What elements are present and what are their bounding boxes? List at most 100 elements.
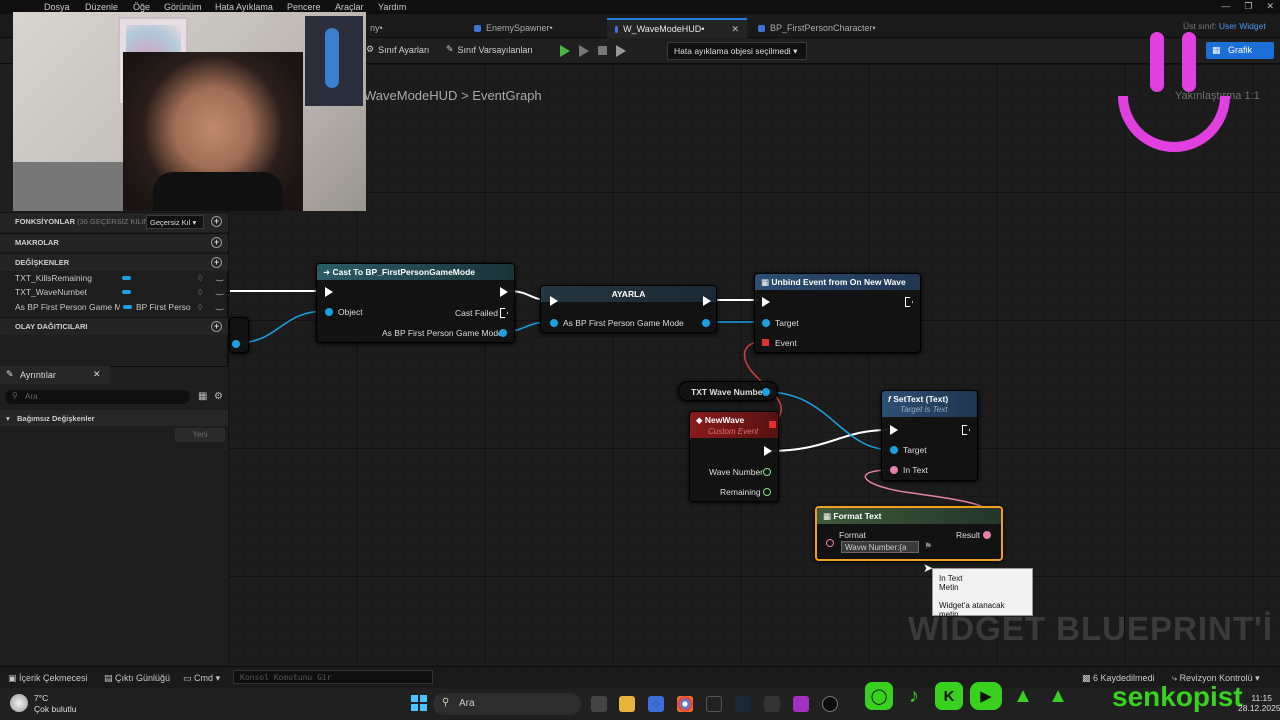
format-text-input[interactable]: Wavw Number:{a — [841, 541, 919, 553]
set-variable-node[interactable]: AYARLA As BP First Person Game Mode — [540, 285, 717, 333]
node-header: ◆ NewWave Custom Event — [690, 412, 778, 438]
variables-section[interactable]: DEĞİŞKENLER + — [0, 253, 228, 271]
as-pin[interactable] — [499, 329, 507, 337]
add-variable-icon[interactable]: + — [211, 257, 222, 268]
bell-icon[interactable]: ◊ — [198, 302, 202, 312]
windows-start-icon[interactable] — [411, 695, 427, 711]
output-pin[interactable] — [762, 388, 770, 396]
node-subtitle: Target is Text — [900, 405, 948, 414]
start-tile — [411, 704, 418, 711]
close-icon[interactable]: ✕ — [93, 369, 101, 380]
content-drawer-button[interactable]: ▣ İçerik Çekmecesi — [8, 673, 88, 684]
tooltip-description: Widget'a atanacak metin — [939, 601, 1005, 619]
unreal-editor-window: Dosya Düzenle Öğe Görünüm Hata Ayıklama … — [0, 0, 1280, 720]
output-pin[interactable] — [702, 319, 710, 327]
start-tile — [411, 695, 418, 702]
object-pin[interactable] — [325, 308, 333, 316]
tooltip-pin-type: Metin — [939, 583, 959, 592]
event-pin[interactable] — [762, 339, 769, 346]
variable-getter-node[interactable]: TXT Wave Numbet — [678, 381, 778, 401]
custom-event-node[interactable]: ◆ NewWave Custom Event Wave Number Remai… — [689, 411, 779, 502]
arguments-category[interactable]: ▾ Bağımsız Değişkenler — [0, 410, 228, 426]
offscreen-node[interactable] — [229, 317, 249, 353]
console-input[interactable]: Konsol Komutunu Gir — [233, 670, 433, 684]
exec-out-pin[interactable] — [764, 446, 772, 456]
cmd-dropdown[interactable]: ▭ Cmd ▾ — [183, 673, 220, 684]
kick-icon: K — [935, 682, 963, 710]
exec-out-pin[interactable] — [905, 297, 913, 307]
cast-failed-label: Cast Failed — [455, 308, 498, 318]
variable-type-label: BP First Perso — [136, 302, 191, 312]
app-icon[interactable] — [706, 696, 722, 712]
result-label: Result — [956, 530, 981, 540]
taskbar-search[interactable]: ⚲ Ara — [433, 693, 581, 715]
dispatchers-section[interactable]: OLAY DAĞITICILARI + — [0, 317, 228, 335]
taskbar-clock[interactable]: 11:15 28.12.2025 — [1238, 693, 1280, 713]
functions-section[interactable]: FONKSİYONLAR (36 GEÇERSİZ KILINAB Geçers… — [0, 212, 228, 232]
result-pin[interactable] — [983, 531, 991, 539]
eye-icon[interactable]: ‿ — [216, 285, 223, 296]
cast-node[interactable]: ➜ Cast To BP_FirstPersonGameMode Object … — [316, 263, 515, 343]
output-log-button[interactable]: ▤ Çıktı Günlüğü — [104, 673, 170, 684]
function-icon: f — [888, 394, 891, 404]
in-text-pin[interactable] — [890, 466, 898, 474]
value-pin[interactable] — [550, 319, 558, 327]
unreal-engine-icon[interactable] — [822, 696, 838, 712]
task-view-icon[interactable] — [591, 696, 607, 712]
format-text-node[interactable]: ▦ Format Text Format Wavw Number:{a ⚑ Re… — [815, 506, 1003, 561]
flag-icon[interactable]: ⚑ — [924, 541, 932, 552]
macros-section[interactable]: MAKROLAR + — [0, 233, 228, 251]
unbind-event-node[interactable]: ▦ Unbind Event from On New Wave Target E… — [754, 273, 921, 353]
as-label: As BP First Person Game Mode — [382, 328, 503, 338]
format-pin[interactable] — [826, 539, 834, 547]
exec-out-pin[interactable] — [500, 287, 508, 297]
twitch-icon[interactable] — [793, 696, 809, 712]
table-view-icon[interactable]: ▦ — [198, 391, 207, 402]
wave-number-pin[interactable] — [763, 468, 771, 476]
file-explorer-icon[interactable] — [619, 696, 635, 712]
variable-type-pill — [122, 276, 131, 280]
bell-icon[interactable]: ◊ — [198, 287, 202, 297]
node-header: ➜ Cast To BP_FirstPersonGameMode — [317, 264, 514, 280]
variable-item[interactable]: TXT_WaveNumbet — [15, 287, 87, 297]
delegate-pin[interactable] — [769, 421, 776, 428]
cast-failed-pin[interactable] — [500, 308, 508, 318]
details-search-input[interactable]: ⚲ Ara — [5, 390, 190, 404]
exec-out-pin[interactable] — [962, 425, 970, 435]
weather-widget[interactable]: 7°C Çok bulutlu — [34, 693, 77, 715]
search-placeholder: Ara — [25, 392, 38, 401]
exec-in-pin[interactable] — [762, 297, 770, 307]
object-wire — [235, 310, 327, 344]
chrome-icon[interactable] — [677, 696, 693, 712]
new-argument-button[interactable]: Yeni — [175, 428, 225, 442]
target-label: Target — [775, 318, 799, 328]
collapse-arrow-icon: ▾ — [6, 414, 10, 423]
node-title: Format Text — [833, 511, 882, 521]
variable-item[interactable]: TXT_KillsRemaining — [15, 273, 92, 283]
add-macro-icon[interactable]: + — [211, 237, 222, 248]
target-pin[interactable] — [890, 446, 898, 454]
details-tab[interactable]: ✎ Ayrıntılar ✕ — [0, 366, 110, 384]
store-icon[interactable] — [648, 696, 664, 712]
youtube-icon: ▶ — [970, 682, 1002, 710]
exec-in-pin[interactable] — [550, 296, 558, 306]
node-title: SetText (Text) — [893, 394, 949, 404]
epic-games-icon[interactable] — [764, 696, 780, 712]
variable-item[interactable]: As BP First Person Game M — [15, 302, 120, 312]
target-pin[interactable] — [762, 319, 770, 327]
steam-icon[interactable] — [735, 696, 751, 712]
settings-icon[interactable]: ⚙ — [214, 391, 223, 402]
eye-icon[interactable]: ‿ — [216, 300, 223, 311]
settext-node[interactable]: f SetText (Text) Target is Text Target I… — [881, 390, 978, 481]
add-function-icon[interactable]: + — [211, 216, 222, 227]
weather-icon[interactable] — [10, 694, 28, 712]
remaining-pin[interactable] — [763, 488, 771, 496]
exec-out-pin[interactable] — [703, 296, 711, 306]
add-dispatcher-icon[interactable]: + — [211, 321, 222, 332]
output-pin[interactable] — [232, 340, 240, 348]
exec-in-pin[interactable] — [890, 425, 898, 435]
eye-icon[interactable]: ‿ — [216, 271, 223, 282]
override-dropdown[interactable]: Geçersiz Kıl ▾ — [146, 215, 204, 229]
exec-in-pin[interactable] — [325, 287, 333, 297]
bell-icon[interactable]: ◊ — [198, 273, 202, 283]
